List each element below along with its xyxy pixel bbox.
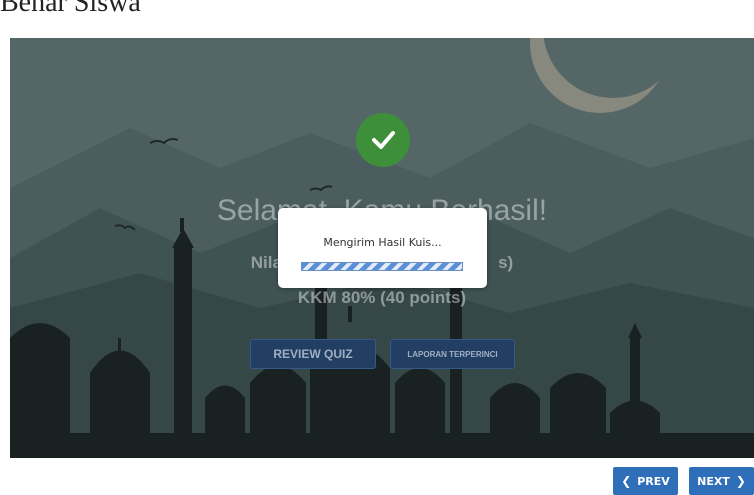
next-button[interactable]: NEXT ❯ — [689, 467, 754, 495]
detailed-report-button[interactable]: LAPORAN TERPERINCI — [390, 339, 515, 369]
kkm-line: KKM 80% (40 points) — [297, 288, 467, 307]
prev-label: PREV — [637, 474, 670, 488]
document-title: Benar Siswa — [0, 0, 141, 18]
chevron-right-icon: ❯ — [735, 474, 746, 488]
prev-button[interactable]: ❮ PREV — [613, 467, 678, 495]
next-label: NEXT — [697, 474, 730, 488]
progress-bar — [301, 262, 463, 271]
review-quiz-button[interactable]: REVIEW QUIZ — [250, 339, 376, 369]
quiz-result-slide: Selamat, Kamu Berhasil! Nilai Kamu s) KK… — [10, 38, 754, 458]
progress-fill — [302, 263, 462, 270]
score-suffix: s) — [498, 253, 514, 272]
submitting-dialog: Mengirim Hasil Kuis... — [278, 208, 487, 288]
chevron-left-icon: ❮ — [621, 474, 632, 488]
success-check-icon — [356, 113, 410, 167]
submitting-message: Mengirim Hasil Kuis... — [323, 236, 442, 249]
